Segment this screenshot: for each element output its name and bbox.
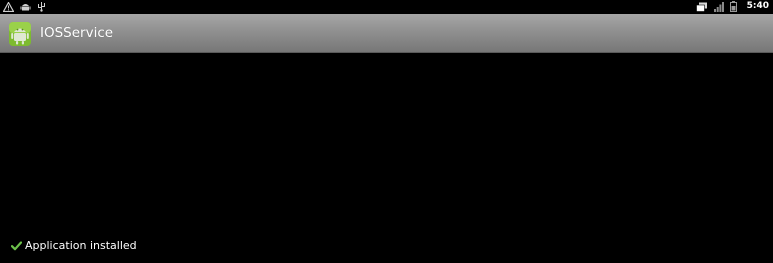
app-title: IOSService <box>40 25 114 41</box>
install-status-text: Application installed <box>25 239 137 252</box>
main-content: Application installed <box>0 53 773 263</box>
action-title-bar: IOSService <box>0 14 773 53</box>
usb-icon <box>38 2 45 12</box>
android-app-icon[interactable] <box>8 21 32 47</box>
check-icon <box>11 241 22 251</box>
device-screen: 5:40 IOSService Application installed <box>0 0 773 263</box>
status-bar: 5:40 <box>0 0 773 13</box>
warning-icon <box>3 1 14 12</box>
android-debug-icon <box>20 3 31 10</box>
notification-icons[interactable] <box>3 1 46 12</box>
install-status-message: Application installed <box>11 239 137 253</box>
screenshot-icon <box>695 2 707 12</box>
signal-icon <box>713 1 724 12</box>
battery-icon <box>729 1 737 12</box>
system-status-area[interactable]: 5:40 <box>695 0 769 13</box>
status-bar-clock: 5:40 <box>746 1 769 11</box>
